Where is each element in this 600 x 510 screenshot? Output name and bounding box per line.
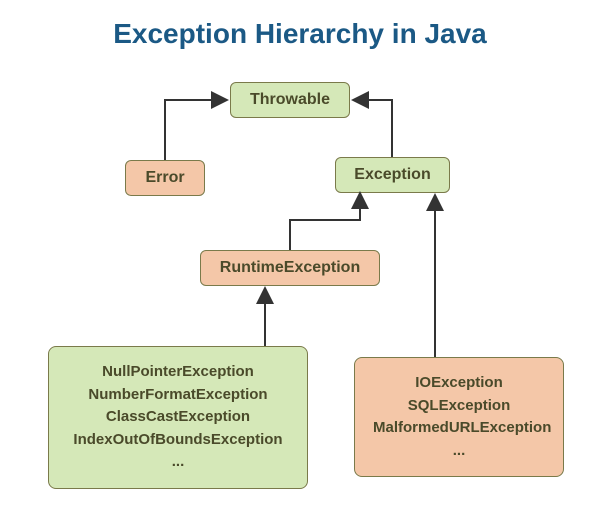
exception-child-item: ...: [373, 440, 545, 463]
node-error: Error: [125, 160, 205, 196]
node-throwable-label: Throwable: [250, 91, 330, 108]
exception-child-item: MalformedURLException: [373, 417, 545, 440]
node-exception-label: Exception: [354, 166, 430, 183]
node-error-label: Error: [145, 169, 184, 186]
runtime-child-item: ...: [67, 451, 289, 474]
node-runtimeexception: RuntimeException: [200, 250, 380, 286]
runtime-child-item: ClassCastException: [67, 406, 289, 429]
diagram-title: Exception Hierarchy in Java: [0, 18, 600, 50]
exception-child-item: SQLException: [373, 395, 545, 418]
runtime-child-item: IndexOutOfBoundsException: [67, 429, 289, 452]
runtime-child-item: NullPointerException: [67, 361, 289, 384]
node-throwable: Throwable: [230, 82, 350, 118]
node-exception-children: IOException SQLException MalformedURLExc…: [354, 357, 564, 477]
runtime-child-item: NumberFormatException: [67, 384, 289, 407]
node-exception: Exception: [335, 157, 450, 193]
node-runtimeexception-label: RuntimeException: [220, 259, 360, 276]
exception-child-item: IOException: [373, 372, 545, 395]
node-runtime-children: NullPointerException NumberFormatExcepti…: [48, 346, 308, 489]
